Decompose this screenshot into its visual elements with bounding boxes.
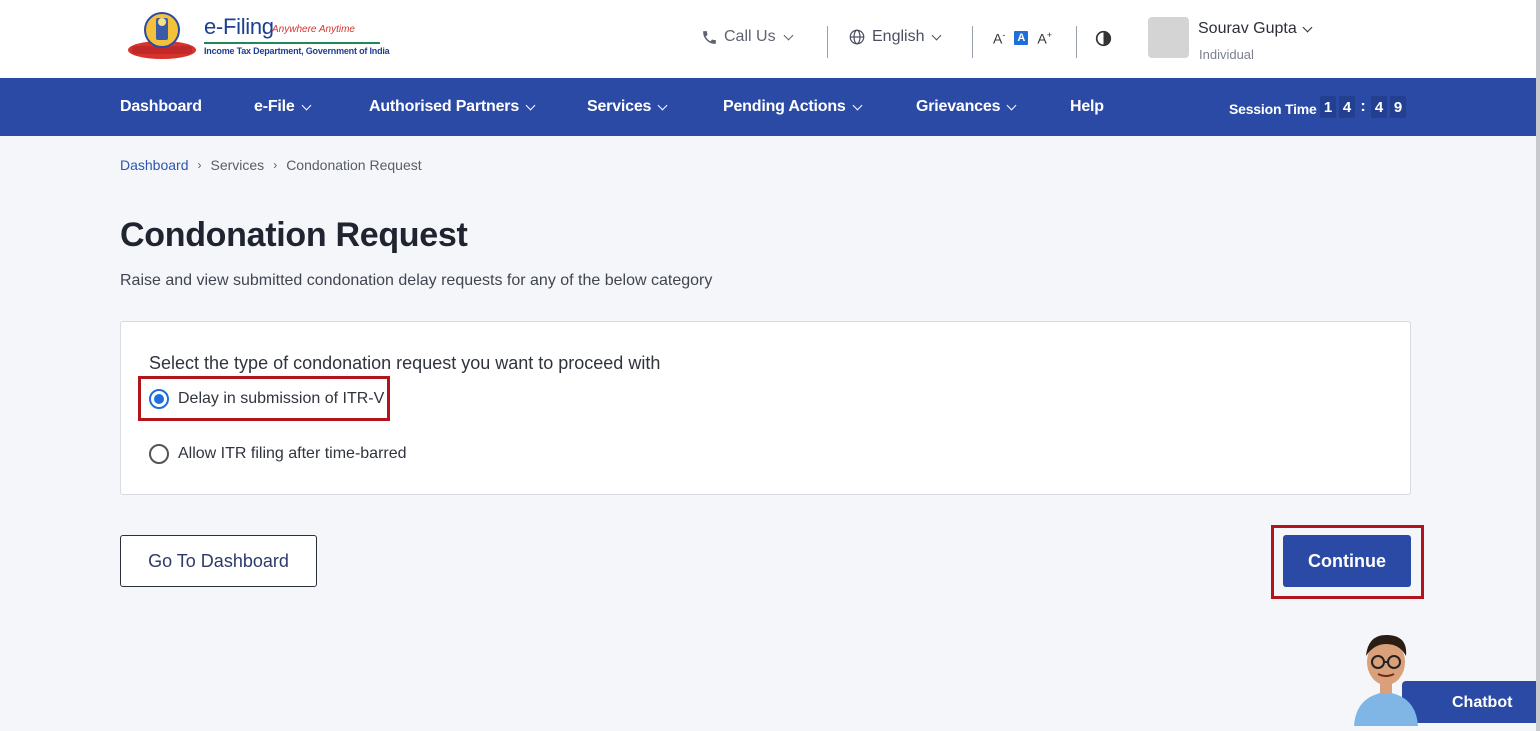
- nav-authorised-partners[interactable]: Authorised Partners: [369, 98, 536, 116]
- chevron-down-icon: [932, 30, 942, 40]
- user-menu-dropdown[interactable]: Sourav Gupta: [1198, 20, 1313, 38]
- chevron-down-icon: [1006, 100, 1017, 110]
- breadcrumb-separator: ›: [197, 158, 202, 172]
- page-title: Condonation Request: [120, 216, 468, 254]
- chatbot-widget[interactable]: Chatbot: [1350, 626, 1536, 726]
- header-divider: [1076, 26, 1077, 58]
- emblem-icon: [128, 12, 196, 59]
- header-divider: [827, 26, 828, 58]
- continue-button[interactable]: Continue: [1283, 535, 1411, 587]
- font-normal-button[interactable]: A: [1014, 31, 1029, 46]
- nav-pending-actions[interactable]: Pending Actions: [723, 98, 863, 116]
- option-label: Delay in submission of ITR-V: [178, 390, 385, 407]
- font-increase-button[interactable]: A+: [1037, 30, 1052, 47]
- request-type-card: Select the type of condonation request y…: [120, 321, 1411, 495]
- breadcrumb-dashboard[interactable]: Dashboard: [120, 157, 189, 173]
- breadcrumb-current: Condonation Request: [286, 157, 422, 173]
- option-label: Allow ITR filing after time-barred: [178, 445, 407, 462]
- efiling-logo[interactable]: e-Filing Anywhere Anytime Income Tax Dep…: [126, 10, 390, 64]
- page-description: Raise and view submitted condonation del…: [120, 272, 713, 289]
- option-time-barred[interactable]: Allow ITR filing after time-barred: [149, 444, 407, 464]
- session-digit: 4: [1371, 96, 1387, 118]
- language-label: English: [872, 28, 925, 45]
- top-header: e-Filing Anywhere Anytime Income Tax Dep…: [0, 0, 1540, 78]
- radio-button-selected[interactable]: [149, 389, 169, 409]
- avatar[interactable]: [1148, 17, 1189, 58]
- nav-dashboard[interactable]: Dashboard: [120, 98, 202, 116]
- chevron-down-icon: [657, 100, 668, 110]
- chatbot-label: Chatbot: [1452, 694, 1513, 711]
- font-decrease-button[interactable]: A-: [993, 30, 1005, 47]
- session-time-label: Session Time: [1229, 101, 1317, 117]
- logo-title: e-Filing: [204, 14, 274, 39]
- request-type-question: Select the type of condonation request y…: [149, 353, 661, 373]
- breadcrumb-services[interactable]: Services: [211, 157, 265, 173]
- go-to-dashboard-button[interactable]: Go To Dashboard: [120, 535, 317, 587]
- chevron-down-icon: [525, 100, 536, 110]
- chevron-down-icon: [852, 100, 863, 110]
- session-digit: 9: [1390, 96, 1406, 118]
- option-delay-itrv[interactable]: Delay in submission of ITR-V: [149, 389, 384, 409]
- phone-icon: [703, 30, 716, 44]
- logo-tagline: Anywhere Anytime: [272, 24, 355, 35]
- session-digit: 1: [1320, 96, 1336, 118]
- contrast-icon[interactable]: [1095, 30, 1112, 47]
- logo-divider: [204, 42, 380, 44]
- call-us-dropdown[interactable]: Call Us: [701, 28, 794, 46]
- header-divider: [972, 26, 973, 58]
- user-role: Individual: [1199, 47, 1254, 62]
- user-name: Sourav Gupta: [1198, 20, 1297, 37]
- nav-services[interactable]: Services: [587, 98, 668, 116]
- call-us-label: Call Us: [724, 28, 776, 45]
- globe-icon: [849, 29, 865, 45]
- chevron-down-icon: [1302, 22, 1313, 32]
- nav-grievances[interactable]: Grievances: [916, 98, 1017, 116]
- breadcrumb-separator: ›: [273, 158, 278, 172]
- breadcrumb: Dashboard › Services › Condonation Reque…: [120, 157, 422, 173]
- logo-subtitle: Income Tax Department, Government of Ind…: [204, 46, 390, 56]
- session-timer: 1 4 : 4 9: [1320, 96, 1406, 118]
- chevron-down-icon: [301, 100, 312, 110]
- session-colon: :: [1360, 98, 1366, 115]
- language-dropdown[interactable]: English: [848, 28, 942, 46]
- nav-help[interactable]: Help: [1070, 98, 1104, 116]
- chevron-down-icon: [783, 30, 794, 40]
- radio-button[interactable]: [149, 444, 169, 464]
- nav-efile[interactable]: e-File: [254, 98, 312, 116]
- session-digit: 4: [1339, 96, 1355, 118]
- chatbot-avatar-icon: [1354, 634, 1418, 726]
- scrollbar[interactable]: [1536, 0, 1540, 731]
- main-navbar: Dashboard e-File Authorised Partners Ser…: [0, 78, 1536, 136]
- font-size-tools: A- A A+: [993, 30, 1052, 47]
